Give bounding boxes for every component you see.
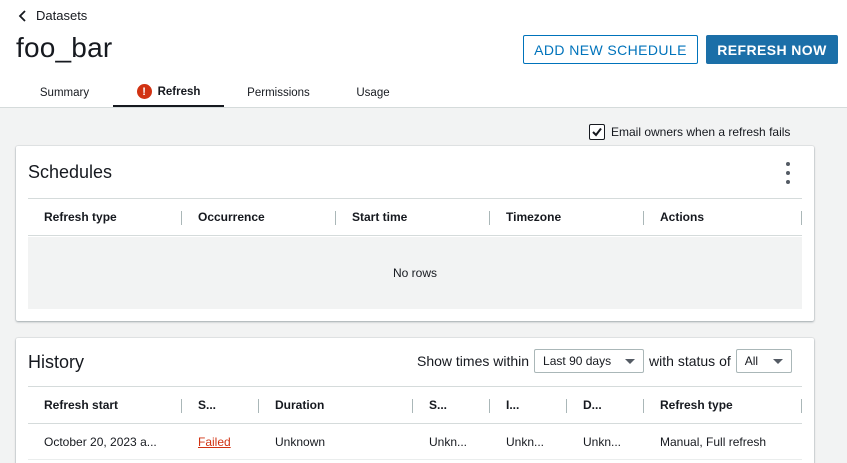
schedules-title: Schedules [28, 162, 113, 182]
more-options-icon[interactable] [780, 162, 796, 184]
column-header[interactable]: Refresh type [28, 199, 182, 235]
tab-label: Usage [356, 86, 390, 99]
status-select[interactable]: All [735, 349, 792, 373]
refresh-now-button[interactable]: REFRESH NOW [706, 35, 838, 64]
failed-status-link[interactable]: Failed [198, 435, 231, 449]
table-cell: Unkn... [429, 434, 468, 449]
duration-cell: Unknown [275, 434, 326, 449]
column-header[interactable]: Timezone [490, 199, 644, 235]
caret-down-icon [625, 358, 636, 364]
tab-label: Permissions [247, 86, 310, 99]
chevron-left-icon [18, 9, 26, 22]
tab-bar: Summary ! Refresh Permissions Usage [16, 78, 413, 108]
column-header[interactable]: I... [490, 387, 567, 423]
table-cell: Unkn... [506, 434, 545, 449]
page-title: foo_bar [16, 32, 113, 63]
tab-summary[interactable]: Summary [16, 78, 113, 107]
refresh-start-cell: October 20, 2023 a... [44, 434, 157, 449]
table-row: October 20, 2023 a... Failed Unknown Unk… [28, 424, 802, 460]
history-title: History [28, 352, 85, 372]
schedules-panel: Schedules Refresh type Occurrence Start … [16, 146, 814, 321]
column-header[interactable]: S... [413, 387, 490, 423]
breadcrumb[interactable]: Datasets [18, 8, 87, 23]
time-range-value: Last 90 days [543, 354, 612, 368]
empty-state: No rows [28, 237, 802, 309]
column-header[interactable]: D... [567, 387, 644, 423]
tab-refresh[interactable]: ! Refresh [113, 78, 224, 107]
email-owners-checkbox[interactable] [589, 124, 605, 140]
page-header: Datasets foo_bar ADD NEW SCHEDULE REFRES… [0, 0, 847, 108]
column-header[interactable]: Start time [336, 199, 490, 235]
tab-label: Refresh [157, 85, 201, 98]
breadcrumb-datasets-link[interactable]: Datasets [36, 8, 87, 23]
status-label: with status of [649, 353, 731, 369]
column-header[interactable]: S... [182, 387, 259, 423]
email-owners-option: Email owners when a refresh fails [589, 124, 790, 140]
table-cell: Unkn... [583, 434, 622, 449]
tab-usage[interactable]: Usage [333, 78, 413, 107]
schedules-table-header: Refresh type Occurrence Start time Timez… [28, 198, 802, 236]
time-range-select[interactable]: Last 90 days [534, 349, 645, 373]
alert-icon: ! [136, 84, 152, 99]
tab-permissions[interactable]: Permissions [224, 78, 333, 107]
tab-label: Summary [39, 86, 90, 99]
column-header[interactable]: Actions [644, 199, 802, 235]
history-filters: Show times within Last 90 days with stat… [417, 349, 792, 373]
column-header[interactable]: Refresh start [28, 387, 182, 423]
status-cell: Failed [182, 424, 259, 459]
history-panel: History Show times within Last 90 days w… [16, 338, 814, 463]
status-value: All [744, 354, 759, 368]
column-header[interactable]: Duration [259, 387, 413, 423]
checkmark-icon [592, 127, 602, 137]
history-table-header: Refresh start S... Duration S... I... D.… [28, 386, 802, 424]
column-header[interactable]: Occurrence [182, 199, 336, 235]
show-times-label: Show times within [417, 353, 530, 369]
caret-down-icon [772, 358, 783, 364]
column-header[interactable]: Refresh type [644, 387, 802, 423]
refresh-type-cell: Manual, Full refresh [660, 434, 767, 449]
add-new-schedule-button[interactable]: ADD NEW SCHEDULE [523, 35, 698, 64]
email-owners-label: Email owners when a refresh fails [611, 125, 791, 139]
